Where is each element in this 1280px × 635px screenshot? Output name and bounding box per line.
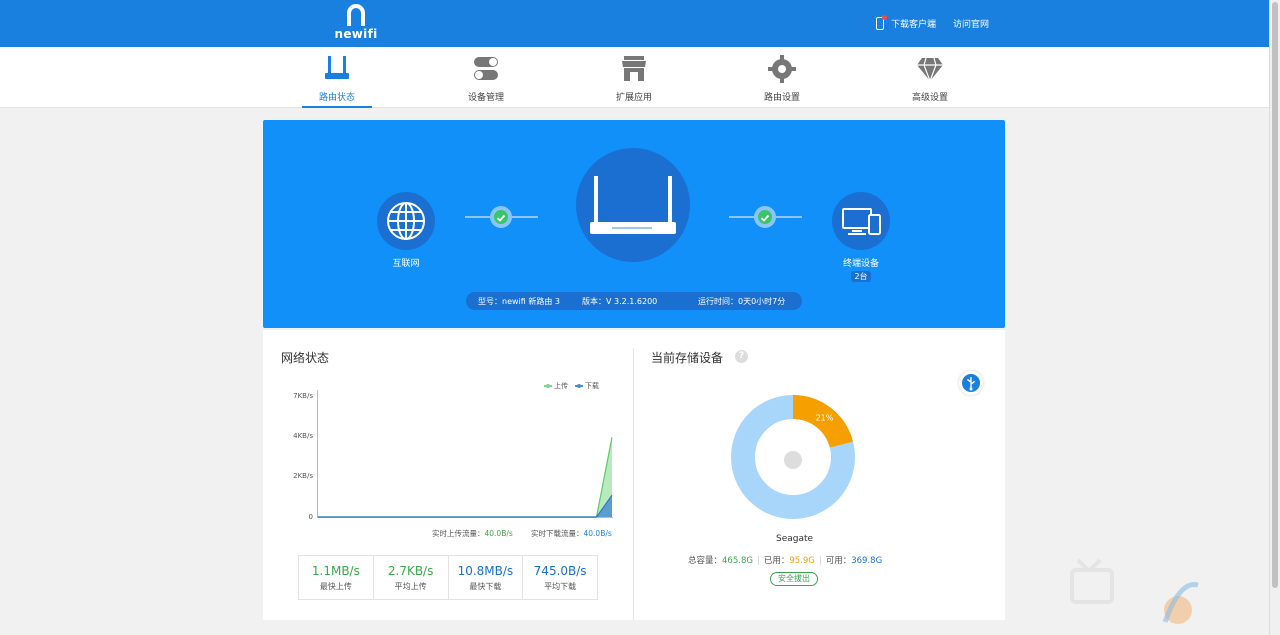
nav-advanced-settings[interactable]: 高级设置 [893,55,967,103]
realtime-download-value: 40.0B/s [583,529,612,538]
terminal-label-group: 终端设备 2台 [831,256,891,282]
legend-upload-swatch [544,383,552,388]
disk-name: Seagate [776,534,814,544]
router-node[interactable] [576,148,690,262]
wan-status-check [490,206,512,228]
stat-max-upload: 1.1MB/s 最快上传 [299,556,374,599]
nav-device-management[interactable]: 设备管理 [449,55,523,103]
visit-site-link[interactable]: 访问官网 [953,17,989,30]
series-line-1 [318,494,613,518]
check-icon [760,214,770,222]
stat-label: 平均上传 [394,582,427,591]
free-label: 可用： [825,556,852,566]
storage-donut: 21% [731,395,855,519]
main-nav: 路由状态 设备管理 扩展应用 路由设置 高级设置 [0,47,1269,108]
used-percent-label: 21% [816,414,834,423]
status-panel: 网络状态 上传 下载 7KB/s 4KB/s 2KB/s 0 实时上传流量：40… [263,330,1005,620]
stat-label: 最快上传 [319,582,352,591]
stat-value: 1.1MB/s [311,564,360,578]
used-value: 95.9G [789,556,815,566]
network-status-title: 网络状态 [281,351,330,365]
nav-router-status[interactable]: 路由状态 [300,55,374,108]
store-icon [622,56,646,81]
stat-label: 平均下载 [544,582,577,591]
nav-label: 路由设置 [763,93,800,103]
watermark-logo [1070,558,1199,624]
stat-value: 2.7KB/s [387,564,434,578]
download-client-link[interactable]: 下载客户端 [891,17,936,30]
capacity-summary: 总容量：465.8G | 已用：95.9G | 可用：369.8G [688,556,883,566]
eject-button[interactable]: 安全拔出 [770,572,818,586]
stat-value: 745.0B/s [533,564,587,578]
storage-title: 当前存储设备 [651,351,724,365]
nav-extensions[interactable]: 扩展应用 [597,55,671,103]
globe-icon [387,202,425,240]
newifi-logo-icon [347,4,365,26]
realtime-download: 实时下载流量：40.0B/s [531,528,612,539]
nav-label: 扩展应用 [615,93,652,103]
used-label: 已用： [763,556,790,566]
nav-router-settings[interactable]: 路由设置 [745,55,819,103]
realtime-upload-value: 40.0B/s [484,529,513,538]
y-tick-label: 0 [308,513,313,521]
uptime-info: 运行时间：0天0小时7分 [698,296,786,306]
terminal-label: 终端设备 [842,259,879,269]
stat-value: 10.8MB/s [457,564,514,578]
nav-label: 设备管理 [467,93,504,103]
router-device-icon [590,176,676,234]
toggle-icon [474,57,498,80]
newifi-logo[interactable]: newifi [330,4,382,44]
realtime-upload-label: 实时上传流量： [432,529,485,538]
traffic-stats: 1.1MB/s 最快上传 2.7KB/s 平均上传 10.8MB/s 最快下载 … [298,555,598,600]
internet-label: 互联网 [392,259,420,269]
y-tick-label: 7KB/s [293,392,313,400]
router-info-bar: 型号：newifi 新路由 3 版本：V 3.2.1.6200 运行时间：0天0… [466,292,802,310]
total-value: 465.8G [722,556,753,566]
panel-divider [633,348,634,620]
top-header: newifi 下载客户端 访问官网 [0,0,1269,47]
y-tick-label: 4KB/s [293,432,313,440]
series-area-1 [318,495,612,517]
help-icon[interactable]: ? [735,350,748,363]
usb-icon [967,377,975,391]
stat-label: 最快下载 [469,582,502,591]
legend-download-swatch [575,383,583,388]
series-area-0 [318,437,612,517]
realtime-download-label: 实时下载流量： [531,529,584,538]
model-info: 型号：newifi 新路由 3 [478,296,560,306]
series-line-0 [318,437,613,518]
stat-avg-upload: 2.7KB/s 平均上传 [374,556,449,599]
gear-icon [768,55,796,83]
phone-icon [875,15,887,31]
realtime-upload: 实时上传流量：40.0B/s [432,528,513,539]
y-tick-label: 2KB/s [293,472,313,480]
version-info: 版本：V 3.2.1.6200 [582,296,658,306]
lan-status-check [754,206,776,228]
diamond-icon [917,57,943,83]
brand-name: newifi [334,27,378,41]
stat-avg-download: 745.0B/s 平均下载 [523,556,597,599]
nav-label: 路由状态 [318,93,355,103]
check-icon [496,214,506,222]
devices-icon [842,208,881,235]
terminal-count-badge: 2台 [851,271,871,282]
stat-max-download: 10.8MB/s 最快下载 [449,556,524,599]
router-icon [325,56,349,79]
donut-center-dot [784,451,802,469]
total-label: 总容量： [688,556,723,566]
terminal-node[interactable] [832,192,890,250]
nav-label: 高级设置 [911,93,948,103]
free-value: 369.8G [851,556,883,566]
internet-node[interactable] [377,192,435,250]
scrollbar-thumb[interactable] [1272,2,1278,588]
network-topology-panel: 互联网 终端设备 2台 型号：newifi 新路由 3 版本：V 3.2.1.6… [263,120,1005,328]
network-chart [317,390,613,518]
scrollbar[interactable] [1269,0,1280,635]
usb-button[interactable] [959,371,983,395]
